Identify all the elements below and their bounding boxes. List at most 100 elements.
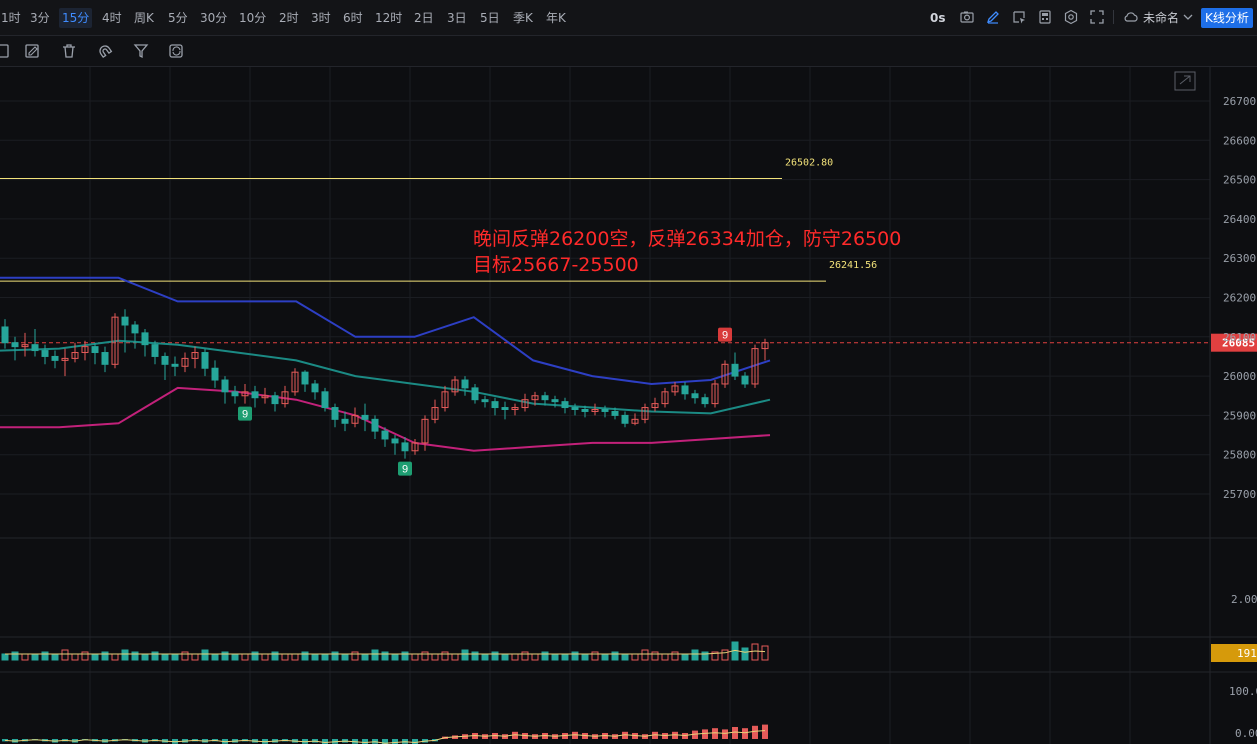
volume-bar — [141, 653, 149, 661]
volume-bar — [481, 653, 489, 661]
volume-bar — [461, 649, 469, 661]
volume-bar — [221, 651, 229, 661]
td-marker-label: 9 — [242, 409, 248, 421]
timeframe-tab[interactable]: 2日 — [411, 8, 437, 28]
volume-bar — [81, 651, 89, 661]
td-marker-label: 9 — [402, 464, 408, 476]
cloud-icon[interactable] — [1123, 9, 1139, 25]
volume-bar — [641, 649, 649, 661]
candle-body — [171, 363, 179, 367]
timeframe-tab[interactable]: 6时 — [340, 8, 366, 28]
candle-body — [561, 401, 569, 409]
volume-bar — [241, 653, 249, 661]
volume-bar — [651, 651, 659, 661]
macd-bar — [362, 739, 368, 744]
candle-body — [601, 409, 609, 412]
volume-bar — [541, 651, 549, 661]
candle-body — [201, 352, 209, 369]
timeframe-tab[interactable]: 10分 — [236, 8, 269, 28]
candle-body — [211, 367, 219, 381]
volume-bar — [721, 649, 729, 661]
timeframe-tab[interactable]: 1时 — [0, 8, 24, 28]
timeframe-tab[interactable]: 3日 — [444, 8, 470, 28]
macd-bar — [322, 739, 328, 744]
price-tick-label: 26500 — [1223, 174, 1256, 187]
candle-body — [251, 391, 259, 399]
candle-body — [481, 399, 489, 403]
timeframe-tab[interactable]: 15分 — [59, 8, 93, 28]
sync-icon[interactable] — [168, 42, 186, 60]
volume-bar — [61, 649, 69, 661]
timeframe-tab[interactable]: 5日 — [477, 8, 503, 28]
candle-body — [11, 342, 19, 348]
candle-body — [741, 375, 749, 385]
timeframe-tab[interactable]: 4时 — [99, 8, 125, 28]
volume-bar — [761, 645, 769, 661]
timeframe-bar: 1时 3分 15分 4时 周K 5分 30分 10分 2时 3时 6时 12时 2日 3日 5日 季K 年K 0… — [0, 0, 1257, 36]
edit-note-icon[interactable] — [24, 42, 42, 60]
candle-body — [321, 391, 329, 409]
candle-body — [541, 395, 549, 401]
volume-bar — [751, 643, 759, 661]
chart-canvas[interactable]: 26502.8026241.5626085 999 2.00191 100.00… — [0, 67, 1257, 744]
timeframe-tab[interactable]: 3时 — [308, 8, 334, 28]
cursor-icon[interactable] — [0, 42, 12, 60]
volume-bar — [391, 653, 399, 661]
candle-body — [141, 332, 149, 346]
volume-bar — [611, 651, 619, 661]
timeframe-tab[interactable]: 年K — [543, 8, 569, 28]
candle-body — [31, 344, 39, 352]
volume-bar — [601, 653, 609, 661]
volume-bar — [521, 651, 529, 661]
candle-body — [361, 414, 369, 420]
expand-icon[interactable] — [1174, 71, 1196, 91]
candle-body — [371, 418, 379, 432]
td-marker-label: 9 — [722, 330, 728, 342]
volume-bar — [441, 651, 449, 661]
volume-bar — [431, 653, 439, 661]
timeframe-tab[interactable]: 5分 — [165, 8, 191, 28]
select-icon[interactable] — [1011, 9, 1027, 25]
candle-body — [581, 409, 589, 412]
volume-bar — [251, 651, 259, 661]
magnet-icon[interactable] — [96, 42, 114, 60]
volume-ref-label: 2.00 — [1231, 593, 1257, 606]
timeframe-tab[interactable]: 3分 — [27, 8, 53, 28]
candle-body — [301, 371, 309, 385]
filter-icon[interactable] — [132, 42, 150, 60]
timeframe-tab[interactable]: 周K — [131, 8, 157, 28]
kline-analysis-button[interactable]: K线分析 — [1201, 8, 1253, 28]
volume-bar — [421, 651, 429, 661]
volume-bar — [11, 651, 19, 661]
price-tick-label: 26000 — [1223, 370, 1256, 383]
seconds-label[interactable]: 0s — [930, 8, 946, 28]
timeframe-tab[interactable]: 2时 — [276, 8, 302, 28]
trash-icon[interactable] — [60, 42, 78, 60]
candle-body — [341, 418, 349, 424]
price-tick-label: 26700 — [1223, 95, 1256, 108]
layout-name[interactable]: 未命名 — [1143, 8, 1179, 28]
macd-bar — [702, 729, 708, 739]
timeframe-tab[interactable]: 12时 — [372, 8, 405, 28]
candle-body — [311, 383, 319, 393]
pen-icon[interactable] — [985, 9, 1001, 25]
chevron-down-icon[interactable] — [1182, 9, 1194, 25]
volume-bar — [201, 649, 209, 661]
volume-bar — [491, 651, 499, 661]
fullscreen-icon[interactable] — [1089, 9, 1105, 25]
candle-body — [551, 399, 559, 403]
candle-body — [221, 379, 229, 393]
candle-body — [691, 393, 699, 399]
volume-bar — [451, 653, 459, 661]
volume-bar — [121, 649, 129, 661]
gear-icon[interactable] — [1063, 9, 1079, 25]
calculator-icon[interactable] — [1037, 9, 1053, 25]
timeframe-tab[interactable]: 30分 — [197, 8, 230, 28]
price-tick-label: 25700 — [1223, 488, 1256, 501]
volume-bar — [91, 653, 99, 661]
annotation-line-2: 目标25667-25500 — [473, 254, 639, 276]
timeframe-tab[interactable]: 季K — [510, 8, 536, 28]
volume-bar — [161, 653, 169, 661]
camera-icon[interactable] — [959, 9, 975, 25]
volume-bar — [661, 653, 669, 661]
